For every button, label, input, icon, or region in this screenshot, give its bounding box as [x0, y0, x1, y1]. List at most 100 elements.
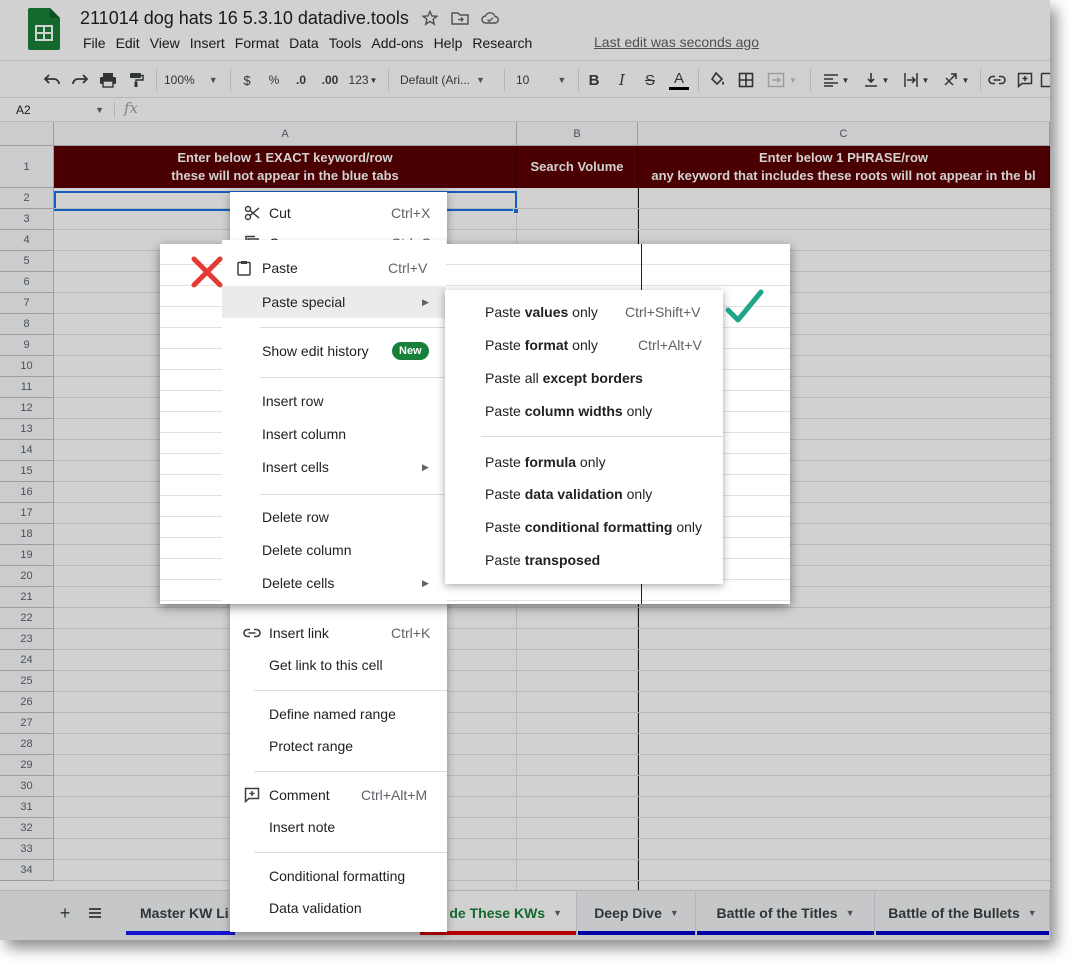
undo-icon[interactable]	[40, 67, 64, 93]
menu-item-cut[interactable]: Cut Ctrl+X	[230, 199, 447, 227]
italic-button[interactable]: I	[612, 67, 632, 93]
sheet-tab-battle-titles[interactable]: Battle of the Titles ▼	[697, 891, 875, 935]
menu-format[interactable]: Format	[230, 34, 284, 52]
vertical-align-icon[interactable]: ▼	[858, 67, 894, 93]
row-header[interactable]: 13	[0, 419, 54, 440]
sheet-tab-master-kw[interactable]: Master KW Li	[126, 891, 236, 935]
row-header[interactable]: 12	[0, 398, 54, 419]
row-header[interactable]: 22	[0, 608, 54, 629]
column-header-b[interactable]: B	[517, 122, 638, 146]
text-wrap-icon[interactable]: ▼	[898, 67, 934, 93]
menu-item-delete-cells[interactable]: Delete cells ▶	[222, 569, 446, 597]
row-header[interactable]: 7	[0, 293, 54, 314]
menu-tools[interactable]: Tools	[324, 34, 367, 52]
menu-view[interactable]: View	[145, 34, 185, 52]
header-cell-c1[interactable]: Enter below 1 PHRASE/row any keyword tha…	[638, 146, 1050, 188]
row-header[interactable]: 21	[0, 587, 54, 608]
row-header[interactable]: 29	[0, 755, 54, 776]
insert-comment-icon[interactable]	[1014, 67, 1036, 93]
submenu-paste-formula[interactable]: Paste formula only	[445, 448, 723, 476]
column-header-c[interactable]: C	[638, 122, 1050, 146]
row-header[interactable]: 10	[0, 356, 54, 377]
menu-item-insert-link[interactable]: Insert link Ctrl+K	[230, 619, 447, 647]
menu-item-paste[interactable]: Paste Ctrl+V	[222, 254, 446, 282]
move-folder-icon[interactable]	[450, 8, 470, 28]
menu-item-insert-note[interactable]: Insert note	[230, 813, 447, 841]
menu-item-insert-cells[interactable]: Insert cells ▶	[222, 453, 446, 481]
menu-data[interactable]: Data	[284, 34, 324, 52]
row-header[interactable]: 11	[0, 377, 54, 398]
row-header[interactable]: 17	[0, 503, 54, 524]
percent-format-button[interactable]: %	[264, 67, 284, 93]
menu-item-protect-range[interactable]: Protect range	[230, 732, 447, 760]
menu-edit[interactable]: Edit	[111, 34, 145, 52]
last-edit-link[interactable]: Last edit was seconds ago	[594, 34, 759, 50]
row-header[interactable]: 34	[0, 860, 54, 881]
menu-item-paste-special[interactable]: Paste special ▶	[222, 286, 446, 318]
borders-icon[interactable]	[734, 67, 758, 93]
row-header[interactable]: 31	[0, 797, 54, 818]
star-icon[interactable]	[420, 8, 440, 28]
sheet-tab-deep-dive[interactable]: Deep Dive ▼	[578, 891, 696, 935]
row-header[interactable]: 19	[0, 545, 54, 566]
row-header[interactable]: 4	[0, 230, 54, 251]
insert-link-icon[interactable]	[986, 67, 1008, 93]
select-all-corner[interactable]	[0, 122, 54, 146]
name-box[interactable]: A2 ▼	[8, 100, 108, 120]
fill-color-icon[interactable]	[706, 67, 730, 93]
menu-item-delete-column[interactable]: Delete column	[222, 536, 446, 564]
row-header[interactable]: 23	[0, 629, 54, 650]
row-header[interactable]: 30	[0, 776, 54, 797]
row-header[interactable]: 14	[0, 440, 54, 461]
submenu-paste-transposed[interactable]: Paste transposed	[445, 546, 723, 574]
row-header[interactable]: 26	[0, 692, 54, 713]
menu-item-show-edit-history[interactable]: Show edit history New	[222, 337, 446, 365]
row-header[interactable]: 6	[0, 272, 54, 293]
row-header[interactable]: 32	[0, 818, 54, 839]
print-icon[interactable]	[96, 67, 120, 93]
row-header[interactable]: 24	[0, 650, 54, 671]
submenu-paste-conditional-formatting[interactable]: Paste conditional formatting only	[445, 513, 723, 541]
row-header[interactable]: 9	[0, 335, 54, 356]
increase-decimal-button[interactable]: .00	[318, 67, 342, 93]
column-header-a[interactable]: A	[54, 122, 517, 146]
row-header[interactable]: 18	[0, 524, 54, 545]
row-header[interactable]: 1	[0, 146, 54, 188]
row-header[interactable]: 8	[0, 314, 54, 335]
submenu-paste-values[interactable]: Paste values only Ctrl+Shift+V	[445, 298, 723, 326]
more-formats-button[interactable]: 123 ▼	[346, 67, 380, 93]
zoom-select[interactable]: 100% ▼	[164, 67, 224, 93]
currency-format-button[interactable]: $	[238, 67, 256, 93]
menu-item-delete-row[interactable]: Delete row	[222, 503, 446, 531]
menu-item-get-link[interactable]: Get link to this cell	[230, 651, 447, 679]
menu-insert[interactable]: Insert	[185, 34, 230, 52]
text-rotation-icon[interactable]: ▼	[938, 67, 974, 93]
menu-item-insert-column[interactable]: Insert column	[222, 420, 446, 448]
text-color-button[interactable]: A	[668, 67, 690, 93]
header-cell-a1[interactable]: Enter below 1 EXACT keyword/row these wi…	[54, 146, 517, 188]
merge-cells-icon[interactable]: ▼	[762, 67, 802, 93]
font-select[interactable]: Default (Ari... ▼	[400, 67, 496, 93]
row-header[interactable]: 33	[0, 839, 54, 860]
menu-addons[interactable]: Add-ons	[366, 34, 428, 52]
submenu-paste-data-validation[interactable]: Paste data validation only	[445, 480, 723, 508]
menu-help[interactable]: Help	[429, 34, 468, 52]
sheet-tab-battle-bullets[interactable]: Battle of the Bullets ▼	[876, 891, 1050, 935]
all-sheets-icon[interactable]	[84, 901, 106, 925]
menu-research[interactable]: Research	[467, 34, 537, 52]
row-header[interactable]: 2	[0, 188, 54, 209]
row-header[interactable]: 25	[0, 671, 54, 692]
bold-button[interactable]: B	[584, 67, 604, 93]
add-sheet-icon[interactable]: +	[54, 901, 76, 925]
menu-item-comment[interactable]: Comment Ctrl+Alt+M	[230, 781, 447, 809]
row-header[interactable]: 3	[0, 209, 54, 230]
submenu-paste-column-widths[interactable]: Paste column widths only	[445, 397, 723, 425]
submenu-paste-format[interactable]: Paste format only Ctrl+Alt+V	[445, 331, 723, 359]
header-cell-b1[interactable]: Search Volume	[517, 146, 638, 188]
row-header[interactable]: 16	[0, 482, 54, 503]
redo-icon[interactable]	[68, 67, 92, 93]
row-header[interactable]: 15	[0, 461, 54, 482]
row-header[interactable]: 27	[0, 713, 54, 734]
cloud-status-icon[interactable]	[480, 8, 500, 28]
decrease-decimal-button[interactable]: .0	[290, 67, 312, 93]
